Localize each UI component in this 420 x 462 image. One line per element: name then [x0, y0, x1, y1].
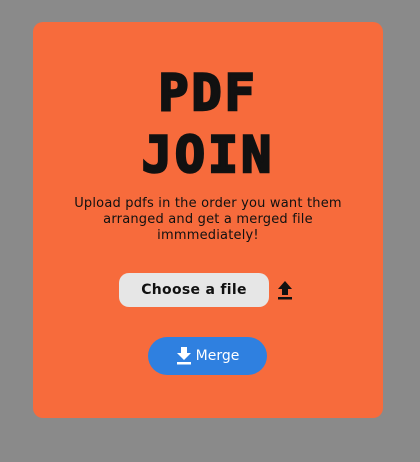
merge-button[interactable]: Merge — [148, 337, 267, 375]
upload-icon[interactable] — [276, 279, 294, 301]
choose-file-button[interactable]: Choose a file — [119, 273, 269, 307]
page-title-line-2: JOIN — [141, 126, 275, 184]
file-input-row: Choose a file — [119, 273, 294, 307]
page-title-line-1: PDF — [157, 64, 258, 122]
main-card: PDF JOIN Upload pdfs in the order you wa… — [33, 22, 383, 418]
choose-file-label: Choose a file — [141, 282, 247, 298]
description-text: Upload pdfs in the order you want them a… — [74, 196, 342, 243]
merge-label: Merge — [195, 348, 240, 364]
download-icon — [176, 347, 192, 365]
